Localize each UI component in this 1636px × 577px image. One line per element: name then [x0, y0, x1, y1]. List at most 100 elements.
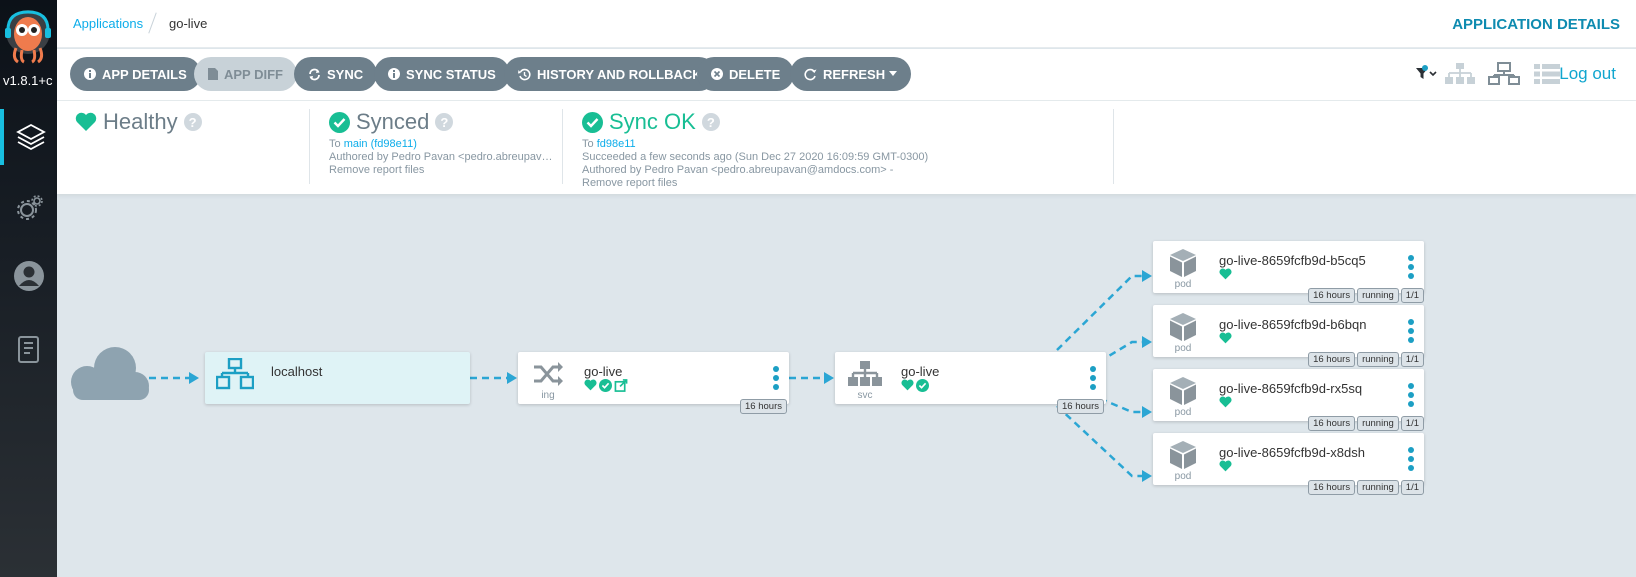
sync-revision-link[interactable]: main (fd98e11)	[344, 138, 417, 150]
sync-status-button[interactable]: SYNC STATUS	[374, 57, 510, 91]
list-view-toggle[interactable]	[1534, 59, 1560, 89]
edge-arrow	[1142, 270, 1152, 282]
app-diff-button[interactable]: APP DIFF	[194, 57, 297, 91]
sitemap-icon	[1445, 63, 1475, 84]
edge-arrow	[1142, 470, 1152, 482]
divider	[562, 109, 563, 184]
app-details-label: APP DETAILS	[102, 66, 187, 82]
sync-button[interactable]: SYNC	[294, 57, 378, 91]
sidebar: v1.8.1+c	[0, 0, 57, 577]
filter-dropdown[interactable]	[1415, 59, 1439, 89]
node-menu-icon[interactable]	[1408, 319, 1414, 343]
times-circle-icon	[711, 68, 723, 80]
node-menu-icon[interactable]	[1408, 255, 1414, 279]
argo-logo[interactable]	[4, 8, 52, 68]
refresh-label: REFRESH	[823, 66, 886, 82]
logout-link[interactable]: Log out	[1559, 64, 1616, 84]
service-kind: svc	[857, 390, 873, 401]
host-node[interactable]: localhost	[205, 352, 470, 404]
sidebar-item-applications[interactable]	[0, 109, 57, 165]
sync-target: To main (fd98e11)	[329, 138, 553, 151]
sidebar-item-settings[interactable]	[0, 180, 57, 236]
operation-to-prefix: To	[582, 138, 594, 150]
status-panel: Healthy ? Synced ? To main (fd98e11) Aut…	[57, 101, 1636, 194]
node-menu-icon[interactable]	[773, 366, 779, 390]
file-icon	[208, 68, 218, 80]
heart-icon	[1219, 396, 1232, 408]
app-diff-label: APP DIFF	[224, 66, 283, 82]
edge-arrow	[507, 372, 517, 384]
heart-icon	[584, 379, 597, 391]
random-icon	[528, 360, 568, 388]
app-details-button[interactable]: APP DETAILS	[70, 57, 201, 91]
sidebar-item-docs[interactable]	[0, 322, 57, 378]
pod-node[interactable]: pod go-live-8659fcfb9d-b6bqn 16 hours run…	[1153, 305, 1424, 367]
sync-label: SYNC	[327, 66, 364, 82]
node-menu-icon[interactable]	[1408, 383, 1414, 407]
edge-service-pod-1	[1056, 274, 1142, 351]
help-icon[interactable]: ?	[183, 113, 202, 131]
sidebar-item-user-info[interactable]	[0, 248, 57, 304]
age-badge: 16 hours	[1308, 480, 1356, 495]
pod-kind: pod	[1174, 343, 1192, 354]
pod-name: go-live-8659fcfb9d-b5cq5	[1219, 253, 1366, 268]
pod-status-badge: running	[1357, 416, 1399, 431]
heart-icon	[901, 379, 914, 391]
divider	[1113, 109, 1114, 184]
ingress-node[interactable]: ing go-live 16 hours	[518, 352, 789, 414]
sitemap-icon	[845, 360, 885, 388]
heart-icon	[1219, 460, 1232, 472]
sync-label: Synced	[356, 109, 430, 134]
external-link-icon[interactable]	[614, 379, 628, 392]
service-node[interactable]: svc go-live 16 hours	[835, 352, 1106, 414]
operation-status: Sync OK ? To fd98e11 Succeeded a few sec…	[582, 109, 928, 189]
sync-message: Remove report files	[329, 164, 425, 176]
pod-name: go-live-8659fcfb9d-b6bqn	[1219, 317, 1367, 332]
edge-arrow	[1142, 336, 1152, 348]
history-label: HISTORY AND ROLLBACK	[537, 66, 702, 82]
cube-icon	[1163, 441, 1203, 469]
pod-kind: pod	[1174, 407, 1192, 418]
host-name: localhost	[271, 364, 323, 379]
version-label: v1.8.1+c	[3, 73, 53, 88]
pod-node[interactable]: pod go-live-8659fcfb9d-x8dsh 16 hours run…	[1153, 433, 1424, 495]
help-icon[interactable]: ?	[435, 113, 454, 131]
network-view-toggle[interactable]	[1488, 59, 1520, 89]
operation-revision-link[interactable]: fd98e11	[597, 138, 636, 150]
check-circle-icon	[329, 111, 350, 133]
edge-service-pod-4	[1056, 405, 1142, 478]
book-icon	[17, 336, 39, 363]
pod-kind: pod	[1174, 279, 1192, 290]
ingress-badges	[584, 379, 628, 392]
network-icon	[1488, 62, 1520, 85]
history-icon	[518, 68, 531, 81]
operation-author: Authored by Pedro Pavan <pedro.abreupava…	[582, 164, 894, 176]
pod-node[interactable]: pod go-live-8659fcfb9d-b5cq5 16 hours run…	[1153, 241, 1424, 303]
page-title: APPLICATION DETAILS	[1452, 16, 1620, 33]
pod-ready-badge: 1/1	[1400, 288, 1424, 303]
node-menu-icon[interactable]	[1408, 447, 1414, 471]
info-icon	[388, 68, 400, 80]
help-icon[interactable]: ?	[701, 113, 720, 131]
list-icon	[1534, 64, 1560, 84]
service-tags: 16 hours	[1057, 399, 1104, 414]
node-menu-icon[interactable]	[1090, 366, 1096, 390]
sync-icon	[308, 68, 321, 81]
pod-ready-badge: 1/1	[1400, 352, 1424, 367]
sync-status-label: SYNC STATUS	[406, 66, 496, 82]
edge-arrow	[824, 372, 834, 384]
filter-icon	[1416, 65, 1437, 79]
breadcrumb-applications[interactable]: Applications	[73, 16, 143, 31]
refresh-button[interactable]: REFRESH	[790, 57, 912, 91]
age-badge: 16 hours	[1057, 399, 1104, 414]
tree-view-toggle[interactable]	[1444, 59, 1476, 89]
delete-button[interactable]: DELETE	[697, 57, 795, 91]
pod-tags: 16 hours running 1/1	[1308, 288, 1424, 303]
health-status: Healthy ?	[75, 109, 202, 184]
user-icon	[13, 261, 44, 291]
pod-node[interactable]: pod go-live-8659fcfb9d-rx5sq 16 hours run…	[1153, 369, 1424, 431]
history-rollback-button[interactable]: HISTORY AND ROLLBACK	[504, 57, 716, 91]
pod-badges	[1219, 332, 1232, 344]
age-badge: 16 hours	[1308, 352, 1356, 367]
top-bar: Applications go-live APPLICATION DETAILS	[57, 0, 1636, 48]
